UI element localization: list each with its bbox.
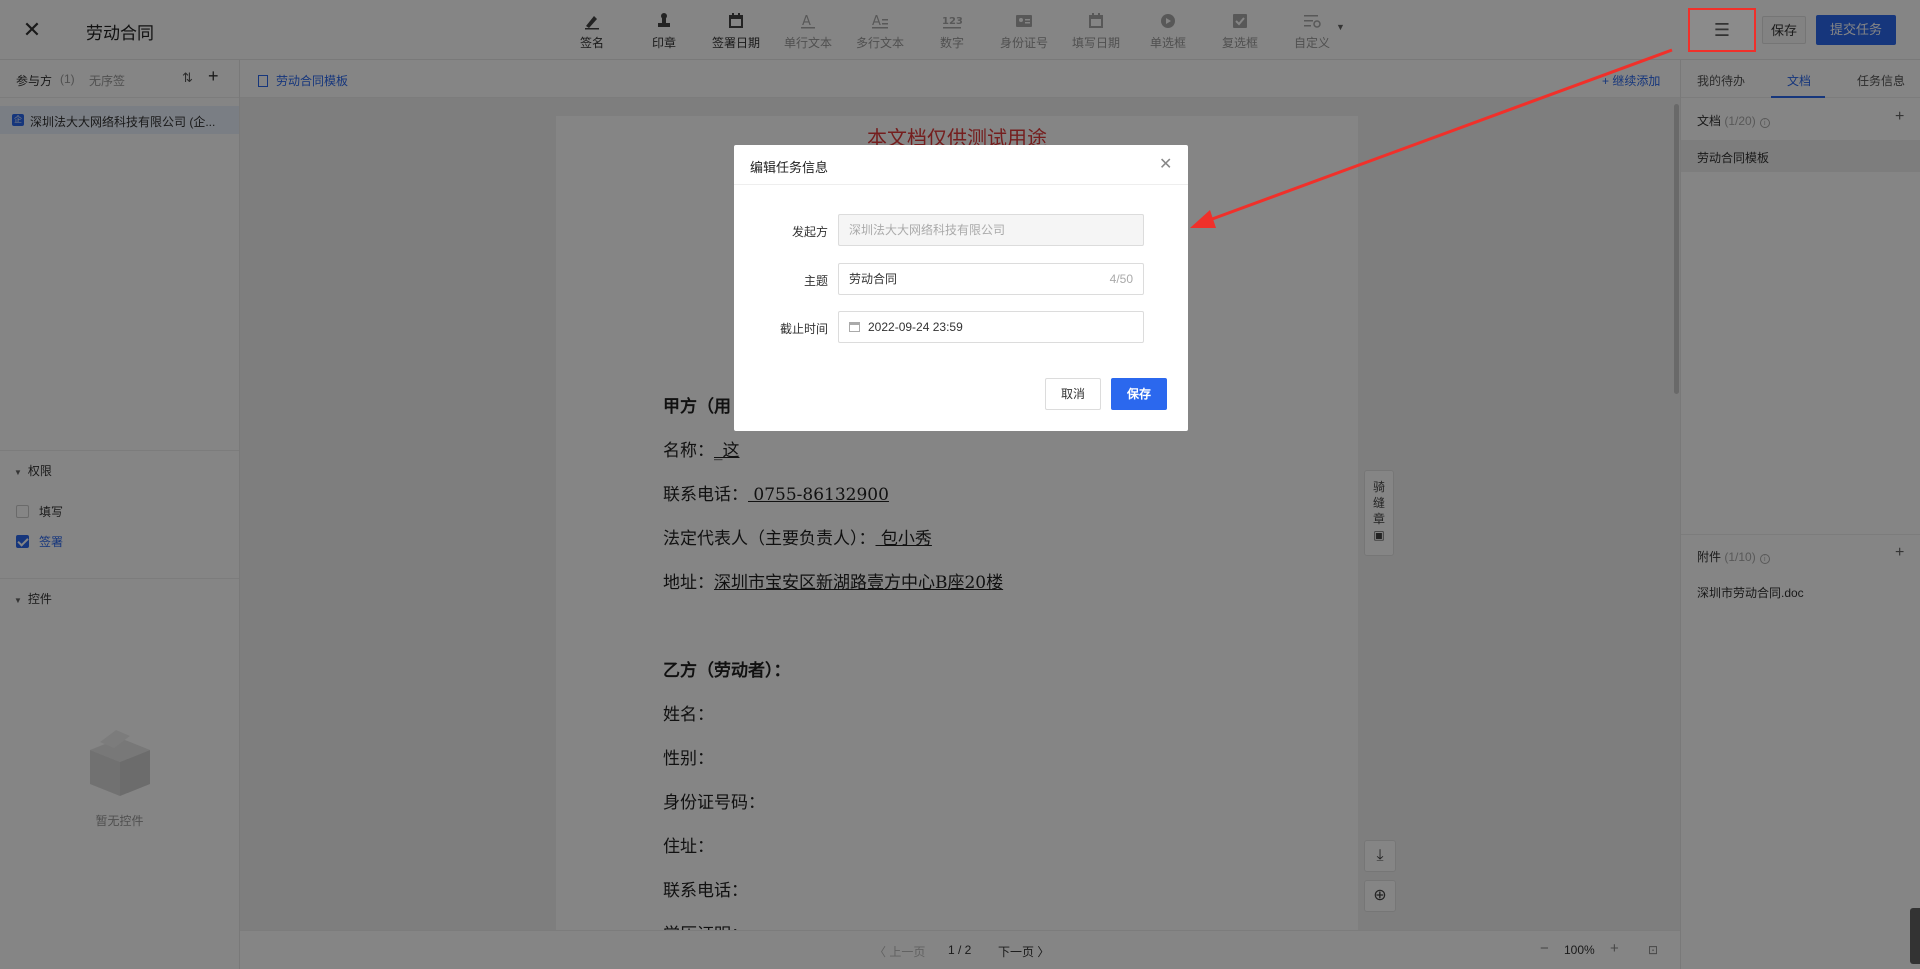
dialog-save-button[interactable]: 保存 xyxy=(1111,378,1167,410)
edit-task-dialog: 编辑任务信息 ✕ 发起方 深圳法大大网络科技有限公司 主题 劳动合同 4/50 截… xyxy=(734,145,1188,431)
cancel-button[interactable]: 取消 xyxy=(1045,378,1101,410)
initiator-field: 深圳法大大网络科技有限公司 xyxy=(838,214,1144,246)
calendar-icon xyxy=(849,322,860,332)
dialog-title: 编辑任务信息 xyxy=(750,160,829,175)
deadline-label: 截止时间 xyxy=(779,322,828,336)
subject-input[interactable]: 劳动合同 4/50 xyxy=(838,263,1144,295)
subject-char-counter: 4/50 xyxy=(1109,272,1133,286)
subject-label: 主题 xyxy=(803,274,828,288)
deadline-picker[interactable]: 2022-09-24 23:59 xyxy=(838,311,1144,343)
side-widget[interactable] xyxy=(1910,908,1920,964)
menu-button[interactable]: ☰ xyxy=(1688,8,1756,52)
hamburger-menu-icon: ☰ xyxy=(1713,20,1731,40)
close-icon[interactable]: ✕ xyxy=(1159,154,1172,174)
dialog-header: 编辑任务信息 ✕ xyxy=(734,145,1188,185)
initiator-label: 发起方 xyxy=(791,225,828,239)
